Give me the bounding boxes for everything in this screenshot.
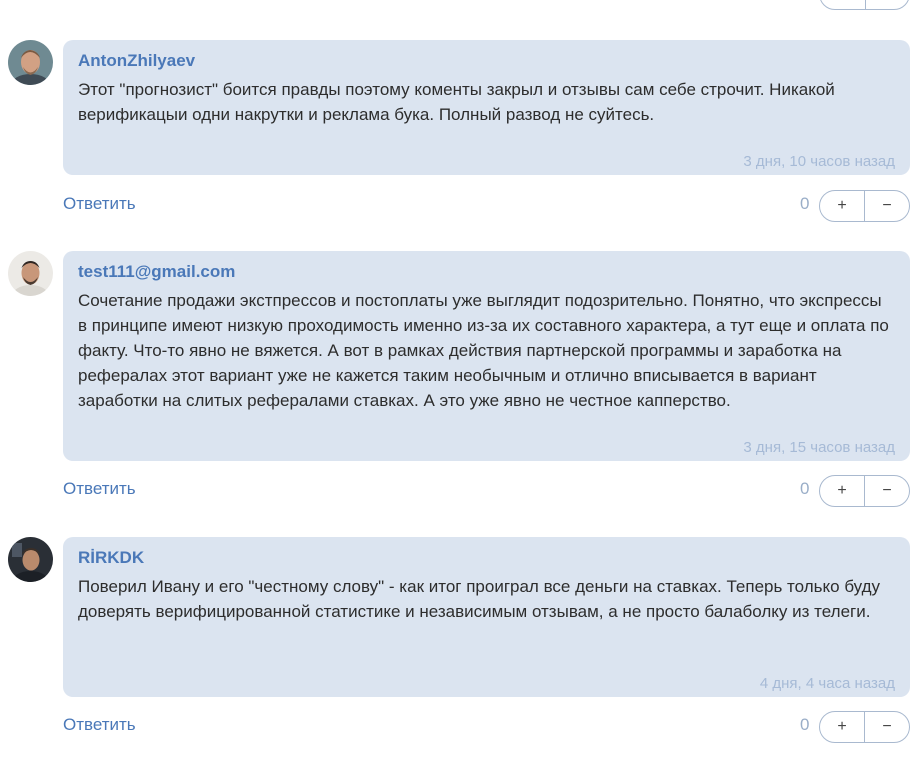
upvote-button[interactable]: + — [820, 712, 864, 742]
vote-control: + − — [819, 475, 910, 507]
comment-bubble: AntonZhilyaev Этот "прогнозист" боится п… — [63, 40, 910, 175]
downvote-button[interactable]: − — [864, 191, 909, 221]
comment-author[interactable]: test111@gmail.com — [78, 261, 895, 283]
reply-link[interactable]: Ответить — [63, 194, 136, 214]
reply-link[interactable]: Ответить — [63, 479, 136, 499]
vote-control: + − — [819, 711, 910, 743]
upvote-button[interactable]: + — [820, 476, 864, 506]
previous-vote-control[interactable] — [819, 0, 910, 10]
comment-text: Поверил Ивану и его "честному слову" - к… — [78, 577, 881, 621]
comment-text: Этот "прогнозист" боится правды поэтому … — [78, 80, 835, 124]
comment-author[interactable]: AntonZhilyaev — [78, 50, 895, 72]
avatar — [8, 251, 53, 296]
avatar — [8, 40, 53, 85]
comment-author[interactable]: RİRKDK — [78, 547, 895, 569]
comment-timestamp: 3 дня, 15 часов назад — [743, 439, 895, 456]
comment-timestamp: 3 дня, 10 часов назад — [743, 153, 895, 170]
vote-score: 0 — [800, 715, 810, 734]
avatar — [8, 537, 53, 582]
comment-text: Сочетание продажи экстпрессов и постопла… — [78, 291, 889, 410]
upvote-button[interactable]: + — [820, 191, 864, 221]
comment-timestamp: 4 дня, 4 часа назад — [759, 675, 895, 692]
downvote-button[interactable]: − — [864, 712, 909, 742]
comment-bubble: RİRKDK Поверил Ивану и его "честному сло… — [63, 537, 910, 697]
comment-bubble: test111@gmail.com Сочетание продажи экст… — [63, 251, 910, 461]
vote-score: 0 — [800, 479, 810, 498]
vote-score: 0 — [800, 194, 810, 213]
reply-link[interactable]: Ответить — [63, 715, 136, 735]
downvote-button[interactable]: − — [864, 476, 909, 506]
vote-control: + − — [819, 190, 910, 222]
